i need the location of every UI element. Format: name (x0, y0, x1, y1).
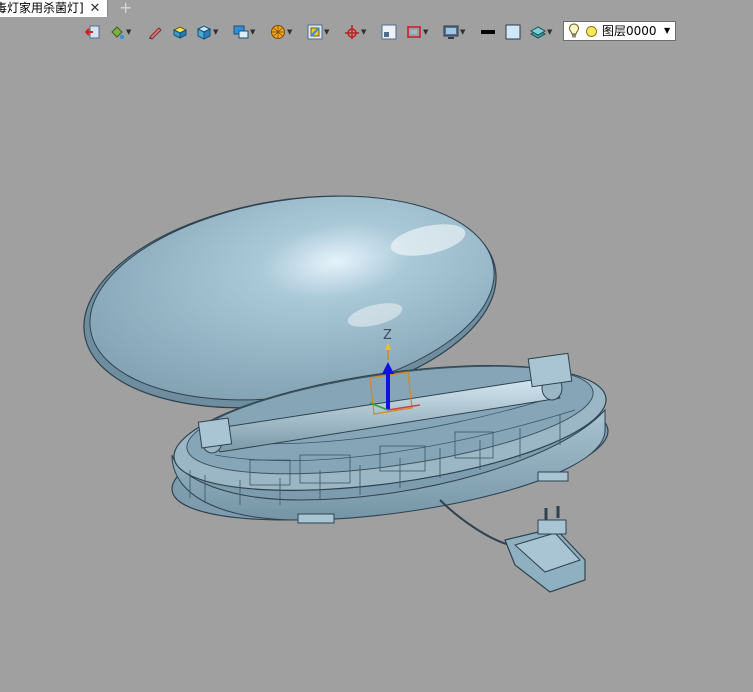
paint-button[interactable]: ▼ (109, 22, 132, 42)
section-view-icon (307, 24, 323, 40)
cube-view-icon (196, 25, 212, 40)
exit-sketch-icon (85, 25, 100, 39)
grid-icon (381, 24, 397, 40)
chevron-down-icon[interactable]: ▼ (287, 24, 293, 40)
layers-button[interactable]: ▼ (530, 22, 553, 42)
chevron-down-icon[interactable]: ▼ (250, 24, 256, 40)
line-color-swatch (481, 30, 495, 34)
view-cube-button[interactable]: ▼ (196, 22, 219, 42)
3d-viewport[interactable]: Z (0, 47, 753, 692)
layers-icon (530, 26, 546, 39)
lightbulb-icon[interactable] (568, 23, 580, 39)
document-tab[interactable]: 毒灯家用杀菌灯] ✕ (0, 0, 108, 17)
exit-sketch-button[interactable] (85, 22, 101, 42)
fill-color-button[interactable] (505, 22, 521, 42)
dimension-button[interactable]: ▼ (406, 22, 429, 42)
pen-button[interactable] (147, 22, 163, 42)
z-axis-label: Z (383, 328, 392, 343)
power-adapter (439, 499, 586, 593)
chevron-down-icon[interactable]: ▼ (460, 24, 466, 40)
coordinate-system-button[interactable]: ▼ (344, 22, 367, 42)
line-color-button[interactable] (480, 22, 496, 42)
chevron-down-icon[interactable]: ▼ (361, 24, 367, 40)
document-tab-bar: 毒灯家用杀菌灯] ✕ + (0, 0, 753, 17)
section-view-button[interactable]: ▼ (307, 22, 330, 42)
box-material-icon (172, 26, 188, 39)
chevron-down-icon[interactable]: ▼ (423, 24, 429, 40)
layer-color-icon[interactable] (586, 26, 597, 37)
display-mode-button[interactable]: ▼ (233, 22, 256, 42)
display-settings-button[interactable]: ▼ (443, 22, 466, 42)
layer-name: 图层0000 (602, 24, 657, 38)
document-tab-title: 毒灯家用杀菌灯] (0, 1, 84, 15)
chevron-down-icon[interactable]: ▼ (547, 24, 553, 40)
close-icon[interactable]: ✕ (89, 0, 101, 17)
render-sphere-icon (271, 25, 285, 39)
monitor-icon (443, 25, 459, 39)
grid-button[interactable] (381, 22, 397, 42)
display-mode-icon (233, 25, 249, 39)
fill-color-swatch (505, 24, 521, 40)
chevron-down-icon[interactable]: ▼ (213, 24, 219, 40)
chevron-down-icon[interactable]: ▼ (664, 22, 670, 40)
pen-icon (149, 27, 162, 40)
material-button[interactable] (172, 22, 188, 42)
coordinate-axis-icon (345, 25, 359, 39)
paint-bucket-icon (111, 26, 124, 39)
chevron-down-icon[interactable]: ▼ (126, 24, 132, 40)
chevron-down-icon[interactable]: ▼ (324, 24, 330, 40)
layer-selector[interactable]: 图层0000 ▼ (563, 21, 676, 41)
new-tab-button[interactable]: + (119, 0, 132, 16)
render-button[interactable]: ▼ (270, 22, 293, 42)
dimension-icon (407, 26, 421, 38)
